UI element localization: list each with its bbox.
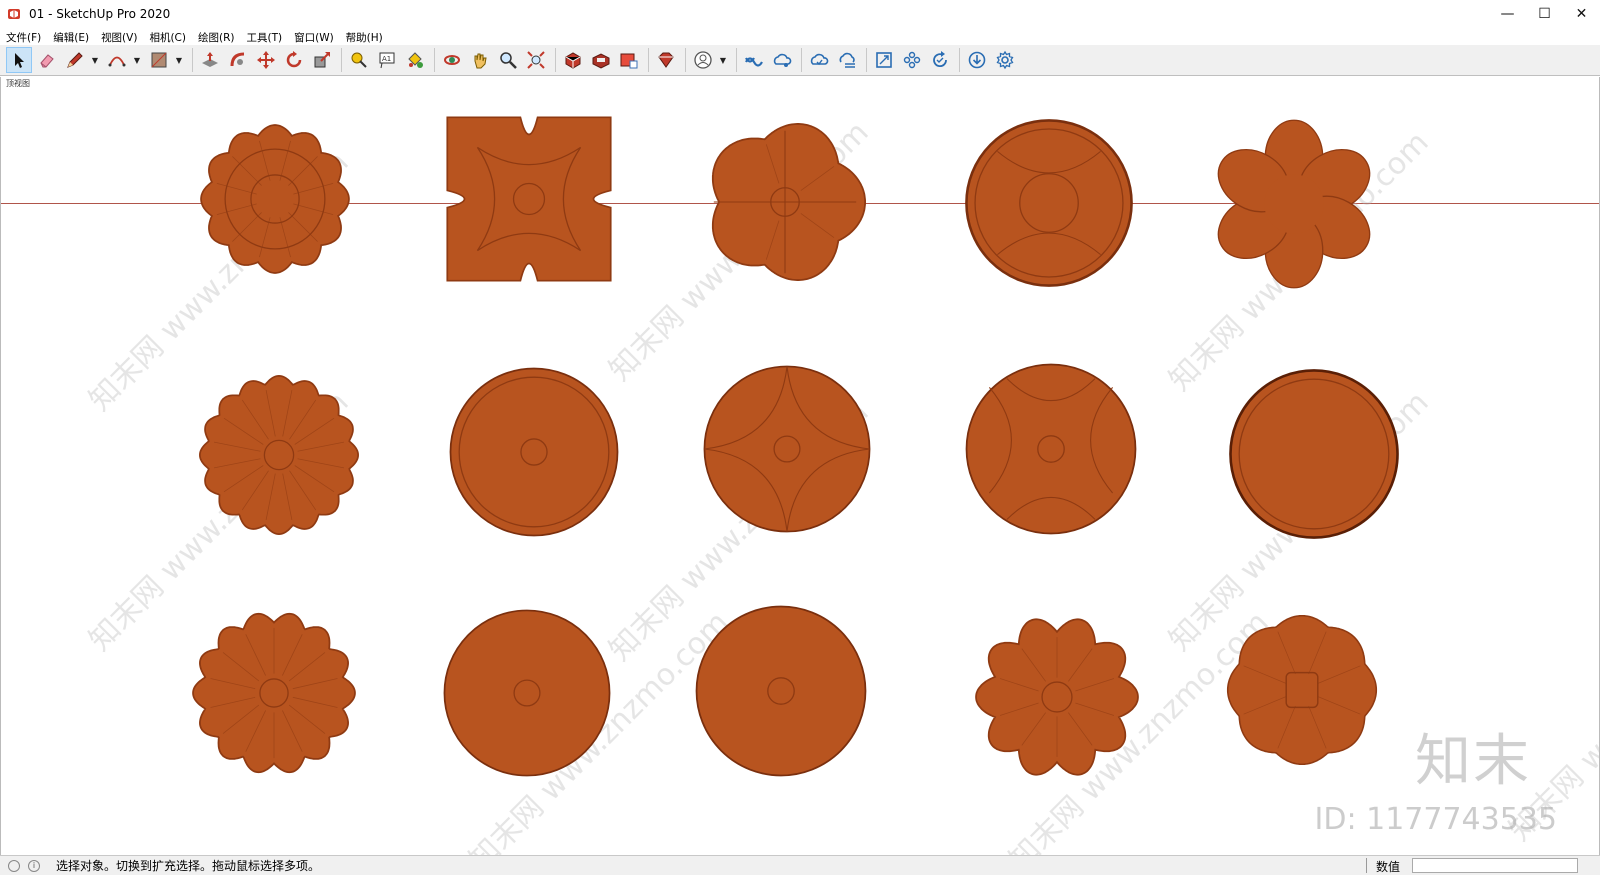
download-icon[interactable] (964, 47, 990, 73)
wood-medallion-round-carved[interactable] (963, 117, 1135, 289)
wood-medallion-coin-motif[interactable] (1223, 611, 1381, 769)
scale-icon[interactable] (309, 47, 335, 73)
extension-warehouse-icon[interactable] (588, 47, 614, 73)
menu-edit[interactable]: 编辑(E) (53, 30, 89, 45)
menu-draw[interactable]: 绘图(R) (198, 30, 235, 45)
zoom-extents-icon[interactable] (523, 47, 549, 73)
minimize-button[interactable]: — (1489, 0, 1526, 28)
orbit-icon[interactable] (439, 47, 465, 73)
rotate-icon[interactable] (281, 47, 307, 73)
eraser-icon[interactable] (34, 47, 60, 73)
wood-medallion-scalloped-sunflower[interactable] (189, 113, 361, 285)
maximize-button[interactable]: ☐ (1526, 0, 1563, 28)
shape-dropdown-chevron-icon[interactable]: ▼ (174, 47, 184, 73)
3d-warehouse-icon[interactable] (560, 47, 586, 73)
menu-bar: 文件(F) 编辑(E) 视图(V) 相机(C) 绘图(R) 工具(T) 窗口(W… (0, 28, 395, 46)
arc-dropdown-chevron-icon[interactable]: ▼ (132, 47, 142, 73)
wood-medallion-four-petal-square[interactable] (443, 113, 615, 285)
info-icon[interactable]: i (28, 859, 40, 872)
brand-watermark-logo: 知末 (1415, 729, 1531, 794)
layout-icon[interactable] (616, 47, 642, 73)
paint-bucket-icon[interactable] (402, 47, 428, 73)
menu-window[interactable]: 窗口(W) (294, 30, 334, 45)
rectangle-icon[interactable] (146, 47, 172, 73)
menu-file[interactable]: 文件(F) (6, 30, 41, 45)
menu-help[interactable]: 帮助(H) (346, 30, 383, 45)
arc-icon[interactable] (104, 47, 130, 73)
menu-tools[interactable]: 工具(T) (246, 30, 282, 45)
brand-watermark-id: ID: 1177743535 (1314, 802, 1557, 837)
text-icon[interactable]: A1 (374, 47, 400, 73)
wood-medallion-round-petals[interactable] (441, 607, 613, 779)
scene-label: 顶视图 (6, 79, 30, 88)
svg-text:A1: A1 (382, 55, 391, 63)
toolbar-separator (341, 48, 342, 72)
cloud-sync-icon[interactable] (806, 47, 832, 73)
model-viewport[interactable]: 顶视图 知末网 www.znzmo.com知末网 www.znzmo.com知末… (0, 77, 1600, 855)
toolbar-separator (555, 48, 556, 72)
move-icon[interactable] (253, 47, 279, 73)
window-title: 01 - SketchUp Pro 2020 (29, 7, 171, 21)
wood-medallion-round-cross[interactable] (701, 363, 873, 535)
sketchup-app-icon (8, 9, 20, 19)
title-bar: 01 - SketchUp Pro 2020 — ☐ ✕ (0, 0, 1600, 28)
sketchup-window: 01 - SketchUp Pro 2020 — ☐ ✕ 文件(F) 编辑(E)… (0, 0, 1600, 875)
wood-medallion-six-petal-flower[interactable] (1205, 115, 1383, 293)
close-button[interactable]: ✕ (1563, 0, 1600, 28)
wood-medallion-chrysanthemum[interactable] (193, 369, 365, 541)
wood-medallion-round-plain[interactable] (447, 365, 621, 539)
wood-medallion-star-flower[interactable] (969, 609, 1145, 785)
toolbar-separator (648, 48, 649, 72)
pencil-dropdown-chevron-icon[interactable]: ▼ (90, 47, 100, 73)
components-icon[interactable] (899, 47, 925, 73)
tape-measure-icon[interactable] (346, 47, 372, 73)
follow-me-icon[interactable] (225, 47, 251, 73)
menu-view[interactable]: 视图(V) (101, 30, 137, 45)
settings-gear-icon[interactable] (992, 47, 1018, 73)
pencil-line-icon[interactable] (62, 47, 88, 73)
toolbar-separator (192, 48, 193, 72)
cloud-share-icon[interactable] (769, 47, 795, 73)
model-info-icon[interactable] (871, 47, 897, 73)
zoom-icon[interactable] (495, 47, 521, 73)
toolbar-separator (736, 48, 737, 72)
cloud-list-icon[interactable] (834, 47, 860, 73)
geo-location-icon[interactable] (8, 859, 20, 872)
refresh-icon[interactable] (927, 47, 953, 73)
toolbar-separator (801, 48, 802, 72)
account-icon[interactable] (690, 47, 716, 73)
account-dropdown-chevron-icon[interactable]: ▼ (718, 47, 728, 73)
status-bar: i 选择对象。切换到扩充选择。拖动鼠标选择多项。 数值 (0, 855, 1600, 875)
toolbar-separator (434, 48, 435, 72)
trimble-connect-icon[interactable] (741, 47, 767, 73)
wood-medallion-dahlia[interactable] (186, 605, 362, 781)
measurements-input[interactable] (1412, 858, 1578, 873)
toolbar-separator (866, 48, 867, 72)
pan-icon[interactable] (467, 47, 493, 73)
wood-medallion-round-radiating[interactable] (693, 603, 869, 779)
measurements-label: 数值 (1376, 860, 1401, 874)
toolbar-separator (959, 48, 960, 72)
ruby-console-icon[interactable] (653, 47, 679, 73)
select-arrow-icon[interactable] (6, 47, 32, 73)
toolbar-separator (685, 48, 686, 72)
menu-camera[interactable]: 相机(C) (149, 30, 186, 45)
wood-medallion-round-scroll[interactable] (963, 361, 1139, 537)
push-pull-icon[interactable] (197, 47, 223, 73)
wood-medallion-round-rimmed[interactable] (1227, 367, 1401, 541)
status-divider (1366, 858, 1367, 873)
main-toolbar: ▼ ▼ ▼ A1 ▼ (0, 45, 1600, 76)
wood-medallion-lotus-leaf[interactable] (696, 113, 874, 291)
status-message: 选择对象。切换到扩充选择。拖动鼠标选择多项。 (56, 859, 321, 873)
